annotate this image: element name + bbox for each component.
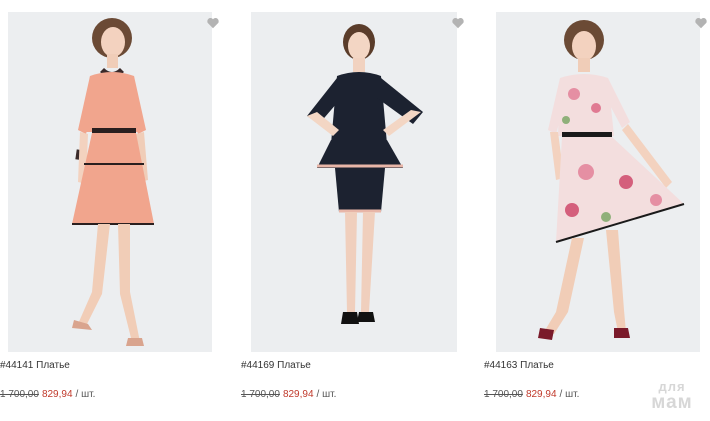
- sale-price: 829,94: [525, 389, 557, 400]
- product-price: 1 700,00 829,94/ шт.: [241, 389, 336, 400]
- product-price: 1 700,00 829,94/ шт.: [0, 389, 95, 400]
- model-illustration: [72, 18, 154, 346]
- product-photo[interactable]: [496, 12, 700, 352]
- price-unit: / шт.: [75, 389, 96, 400]
- product-name[interactable]: #44163 Платье: [484, 360, 554, 371]
- product-card[interactable]: #44169 Платье 1 700,00 829,94/ шт.: [241, 0, 464, 421]
- heart-icon[interactable]: [451, 16, 465, 30]
- product-photo[interactable]: [251, 12, 457, 352]
- old-price: 1 700,00: [0, 389, 39, 400]
- watermark-line-2: мам: [651, 392, 693, 413]
- heart-icon[interactable]: [694, 16, 708, 30]
- product-name[interactable]: #44169 Платье: [241, 360, 311, 371]
- model-illustration: [538, 20, 685, 340]
- old-price: 1 700,00: [241, 389, 280, 400]
- sale-price: 829,94: [282, 389, 314, 400]
- heart-icon[interactable]: [206, 16, 220, 30]
- product-photo[interactable]: [8, 12, 212, 352]
- product-card[interactable]: #44163 Платье 1 700,00 829,94/ шт.: [484, 0, 707, 421]
- watermark-logo: для мам: [644, 380, 700, 412]
- sale-price: 829,94: [41, 389, 73, 400]
- product-price: 1 700,00 829,94/ шт.: [484, 389, 579, 400]
- model-illustration: [307, 24, 423, 324]
- price-unit: / шт.: [316, 389, 337, 400]
- product-card[interactable]: #44141 Платье 1 700,00 829,94/ шт.: [0, 0, 219, 421]
- old-price: 1 700,00: [484, 389, 523, 400]
- product-name[interactable]: #44141 Платье: [0, 360, 70, 371]
- price-unit: / шт.: [559, 389, 580, 400]
